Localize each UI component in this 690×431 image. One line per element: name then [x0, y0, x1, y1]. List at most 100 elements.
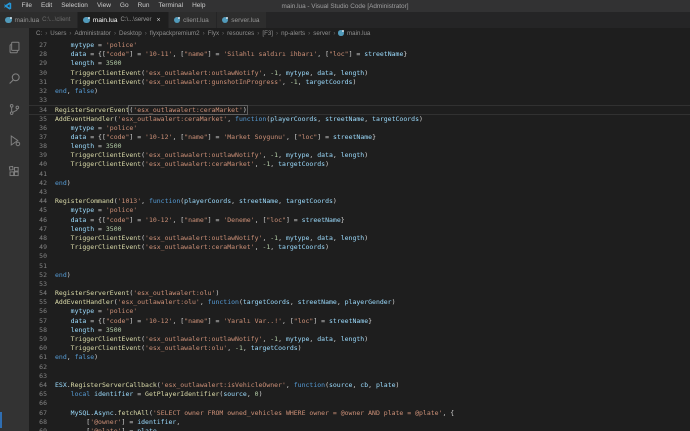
- breadcrumb-separator: ›: [331, 30, 337, 37]
- menu-item-help[interactable]: Help: [188, 0, 210, 12]
- code-line[interactable]: 38 length = 3500: [29, 142, 690, 151]
- line-number: 35: [33, 115, 47, 124]
- breadcrumb-item[interactable]: Administrator: [73, 30, 111, 37]
- code-line[interactable]: 28 data = {["code"] = '10-11', ["name"] …: [29, 50, 690, 59]
- menu-item-file[interactable]: File: [17, 0, 36, 12]
- tab-description: C:\...\client: [42, 17, 70, 23]
- code-line[interactable]: 63: [29, 372, 690, 381]
- code-editor[interactable]: 27 mytype = 'police'28 data = {["code"] …: [29, 38, 690, 431]
- code-line[interactable]: 44RegisterCommand('1013', function(playe…: [29, 197, 690, 206]
- code-line[interactable]: 27 mytype = 'police': [29, 41, 690, 50]
- line-number: 62: [33, 363, 47, 372]
- line-number: 36: [33, 124, 47, 133]
- code-line[interactable]: 33: [29, 96, 690, 105]
- tab-label: client.lua: [183, 17, 209, 24]
- code-line[interactable]: 57 data = {["code"] = '10-12', ["name"] …: [29, 317, 690, 326]
- code-line[interactable]: 59 TriggerClientEvent('esx_outlawalert:o…: [29, 335, 690, 344]
- line-number: 31: [33, 78, 47, 87]
- code-line[interactable]: 48 TriggerClientEvent('esx_outlawalert:o…: [29, 234, 690, 243]
- code-line[interactable]: 64ESX.RegisterServerCallback('esx_outlaw…: [29, 381, 690, 390]
- code-line[interactable]: 51: [29, 262, 690, 271]
- search-icon[interactable]: [0, 63, 29, 94]
- code-line[interactable]: 46 data = {["code"] = '10-12', ["name"] …: [29, 216, 690, 225]
- line-number: 50: [33, 252, 47, 261]
- breadcrumb-item[interactable]: np-alerts: [280, 30, 306, 37]
- extensions-icon[interactable]: [0, 156, 29, 187]
- source-control-icon[interactable]: [0, 94, 29, 125]
- breadcrumb-item[interactable]: Flyx: [207, 30, 220, 37]
- editor-tab[interactable]: server.lua: [217, 12, 268, 28]
- menu-item-selection[interactable]: Selection: [57, 0, 93, 12]
- menu-item-view[interactable]: View: [92, 0, 115, 12]
- breadcrumb-item[interactable]: flyxpackpremium2: [149, 30, 201, 37]
- line-number: 65: [33, 390, 47, 399]
- line-number: 32: [33, 87, 47, 96]
- code-line[interactable]: 49 TriggerClientEvent('esx_outlawalert:c…: [29, 243, 690, 252]
- code-line[interactable]: 65 local identifier = GetPlayerIdentifie…: [29, 390, 690, 399]
- line-number: 69: [33, 427, 47, 431]
- code-line[interactable]: 45 mytype = 'police': [29, 206, 690, 215]
- code-line[interactable]: 54RegisterServerEvent('esx_outlawalert:o…: [29, 289, 690, 298]
- breadcrumb-item[interactable]: Users: [49, 30, 67, 37]
- tab-label: main.lua: [15, 17, 40, 24]
- code-line[interactable]: 69 ['@plate'] = plate,: [29, 427, 690, 431]
- breadcrumb-item[interactable]: server: [312, 30, 331, 37]
- code-line[interactable]: 53: [29, 280, 690, 289]
- line-number: 43: [33, 188, 47, 197]
- menu-item-edit[interactable]: Edit: [36, 0, 56, 12]
- code-line[interactable]: 43: [29, 188, 690, 197]
- line-number: 64: [33, 381, 47, 390]
- code-line[interactable]: 29 length = 3500: [29, 59, 690, 68]
- code-line[interactable]: 60 TriggerClientEvent('esx_outlawalert:o…: [29, 344, 690, 353]
- code-line[interactable]: 55AddEventHandler('esx_outlawalert:olu',…: [29, 298, 690, 307]
- close-icon[interactable]: ×: [157, 17, 161, 24]
- breadcrumb-item[interactable]: C:: [35, 30, 43, 37]
- code-line[interactable]: 36 mytype = 'police': [29, 124, 690, 133]
- code-line[interactable]: 37 data = {["code"] = '10-12', ["name"] …: [29, 133, 690, 142]
- line-number: 30: [33, 69, 47, 78]
- breadcrumb-item[interactable]: Desktop: [118, 30, 143, 37]
- explorer-icon[interactable]: [0, 32, 29, 63]
- code-line[interactable]: 30 TriggerClientEvent('esx_outlawalert:o…: [29, 69, 690, 78]
- code-line[interactable]: 68 ['@owner'] = identifier,: [29, 418, 690, 427]
- code-line[interactable]: 56 mytype = 'police': [29, 307, 690, 316]
- vscode-logo-icon: [4, 2, 12, 10]
- code-line[interactable]: 31 TriggerClientEvent('esx_outlawalert:g…: [29, 78, 690, 87]
- code-line[interactable]: 41: [29, 170, 690, 179]
- line-number: 58: [33, 326, 47, 335]
- line-number: 63: [33, 372, 47, 381]
- breadcrumb-item[interactable]: resources: [226, 30, 255, 37]
- editor-tab[interactable]: main.luaC:\...\client: [0, 12, 78, 28]
- menu-item-go[interactable]: Go: [115, 0, 133, 12]
- code-line[interactable]: 52end): [29, 271, 690, 280]
- menu-item-terminal[interactable]: Terminal: [154, 0, 188, 12]
- line-number: 52: [33, 271, 47, 280]
- menu-item-run[interactable]: Run: [133, 0, 154, 12]
- code-line[interactable]: 40 TriggerClientEvent('esx_outlawalert:c…: [29, 160, 690, 169]
- code-line[interactable]: 62: [29, 363, 690, 372]
- code-line[interactable]: 35AddEventHandler('esx_outlawalert:ceraM…: [29, 115, 690, 124]
- code-line[interactable]: 32end, false): [29, 87, 690, 96]
- run-debug-icon[interactable]: [0, 125, 29, 156]
- code-line[interactable]: 47 length = 3500: [29, 225, 690, 234]
- line-number: 42: [33, 179, 47, 188]
- line-number: 60: [33, 344, 47, 353]
- breadcrumb-item[interactable]: [F3]: [261, 30, 274, 37]
- code-line[interactable]: 67 MySQL.Async.fetchAll('SELECT owner FR…: [29, 409, 690, 418]
- code-line[interactable]: 66: [29, 399, 690, 408]
- breadcrumb-item[interactable]: main.lua: [346, 30, 371, 37]
- code-line[interactable]: 61end, false): [29, 353, 690, 362]
- editor-column: C:›Users›Administrator›Desktop›flyxpackp…: [29, 28, 690, 431]
- code-line[interactable]: 42end): [29, 179, 690, 188]
- line-number: 40: [33, 160, 47, 169]
- line-number: 66: [33, 399, 47, 408]
- code-line[interactable]: 34RegisterServerEvent('esx_outlawalert:c…: [29, 105, 690, 114]
- breadcrumb: C:›Users›Administrator›Desktop›flyxpackp…: [29, 28, 690, 38]
- editor-tab[interactable]: main.luaC:\...\server×: [78, 12, 168, 28]
- code-line[interactable]: 50: [29, 252, 690, 261]
- menu-bar: FileEditSelectionViewGoRunTerminalHelp: [17, 0, 210, 12]
- code-line[interactable]: 58 length = 3500: [29, 326, 690, 335]
- code-line[interactable]: 39 TriggerClientEvent('esx_outlawalert:o…: [29, 151, 690, 160]
- line-number: 41: [33, 170, 47, 179]
- editor-tab[interactable]: client.lua: [169, 12, 217, 28]
